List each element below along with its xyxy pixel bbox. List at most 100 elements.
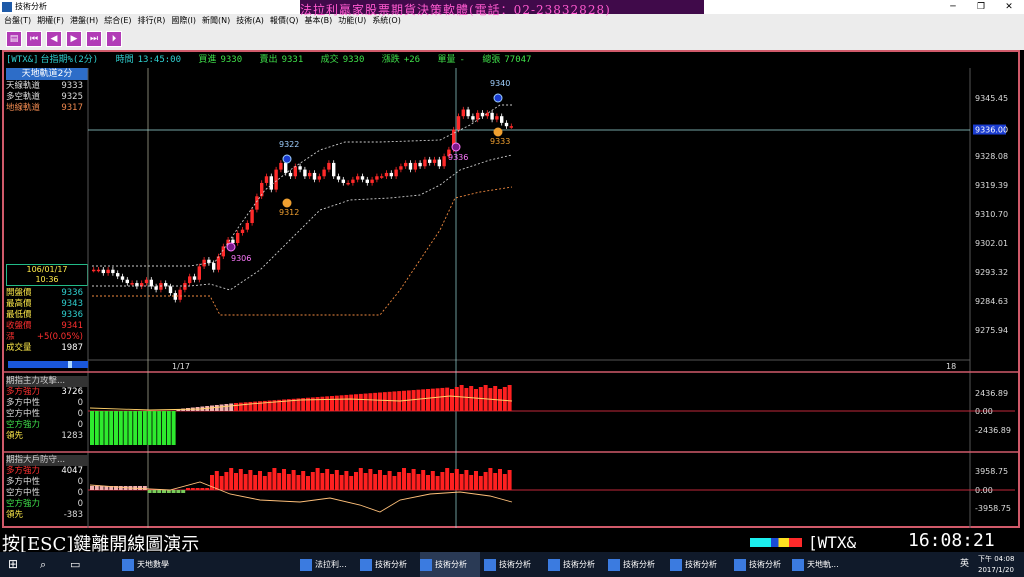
indicator-bar-green [147, 490, 152, 493]
price-axis-label: 9345.45 [975, 94, 1008, 103]
taskbar-item-label: 技術分析 [499, 560, 531, 569]
indicator-bar-green [157, 490, 162, 493]
taskbar-item-label: 法拉利... [315, 560, 347, 569]
panel2-row: 多方強力 3726 [6, 387, 88, 398]
candle-body [96, 269, 101, 272]
indicator-bar-red [406, 473, 411, 490]
candle-body [423, 159, 427, 167]
indicator-bar-red [190, 488, 195, 490]
panel3-row: 多方強力 4047 [6, 466, 88, 477]
candle-body [303, 169, 307, 177]
tray-date: 2017/1/20 [978, 566, 1014, 574]
panel2-value: 3726 [61, 387, 83, 397]
taskbar-item[interactable]: 技術分析 [608, 552, 655, 577]
candle-body [92, 269, 96, 272]
taskbar-item[interactable]: 技術分析 [734, 552, 781, 577]
candle-body [389, 172, 393, 177]
panel2-label: 領先 [6, 431, 24, 441]
taskbar-item-label: 技術分析 [623, 560, 655, 569]
indicator-bar-red [258, 471, 262, 490]
candle-body [418, 162, 422, 167]
indicator-bar-green [109, 411, 114, 445]
time-axis-label: 1/17 [172, 362, 190, 371]
indicator-bar-green [162, 490, 166, 493]
indicator-bar-red [378, 392, 382, 411]
candle-body [192, 276, 197, 280]
taskbar-item-label: 技術分析 [435, 560, 467, 569]
taskbar-item[interactable]: 天地軌... [792, 552, 839, 577]
scroll-track [8, 361, 88, 368]
indicator-bar-green [171, 411, 176, 445]
search-icon[interactable]: ⌕ [40, 552, 46, 577]
taskbar-item[interactable]: 天地數學 [122, 552, 169, 577]
indicator-bar-red [368, 393, 373, 411]
indicator-bar-red [320, 396, 325, 411]
indicator-bar-red [440, 472, 445, 490]
indicator-bar-red [325, 469, 330, 490]
indicator-bar-red [248, 401, 253, 411]
indicator-bar-green [142, 411, 147, 445]
taskbar-item[interactable]: 技術分析 [360, 552, 407, 577]
app-icon [484, 558, 496, 571]
indicator-bar-red [373, 474, 378, 490]
indicator-bar-red [214, 405, 219, 411]
indicator-bar-green [166, 490, 171, 493]
candle-body [120, 276, 125, 280]
panel3-row: 多方中性 0 [6, 477, 88, 488]
indicator-bar-green [166, 411, 171, 445]
candle-body [269, 176, 273, 190]
candle-body [212, 263, 216, 270]
indicator-bar-green [94, 411, 99, 445]
status-symbol: [WTX& [808, 533, 857, 552]
taskbar-item[interactable]: 技術分析 [548, 552, 595, 577]
indicator-bar-red [238, 402, 243, 411]
signal-label: 9336 [448, 153, 468, 162]
panel2-row: 多方中性 0 [6, 398, 88, 409]
panel3-value: 4047 [61, 466, 83, 476]
candle-body [327, 162, 331, 170]
taskbar-item[interactable]: 技術分析 [670, 552, 717, 577]
indicator-axis-label: -3958.75 [975, 504, 1011, 513]
indicator-bar-red [118, 486, 123, 490]
indicator-bar-red [459, 474, 464, 490]
candle-body [356, 176, 360, 180]
indicator-bar-green [157, 411, 162, 445]
panel2-labels: 期指主力攻擊... 多方強力 3726 多方中性 0 空方中性 0 空方強力 0 領先 1… [6, 376, 88, 442]
indicator-bar-red [354, 472, 358, 490]
candle-body [476, 112, 480, 120]
candle-body [308, 172, 312, 177]
panel2-value: 1283 [61, 431, 83, 441]
panel3-row: 空方中性 0 [6, 488, 88, 499]
taskbar-item[interactable]: 技術分析 [420, 552, 480, 577]
panel3-title: 期指大戶防守... [6, 455, 88, 466]
taskbar-item[interactable]: 法拉利... [300, 552, 347, 577]
indicator-bar-red [445, 468, 450, 490]
indicator-bar-red [253, 475, 258, 490]
indicator-bar-red [200, 488, 205, 490]
signal-marker [226, 242, 236, 252]
panel3-row: 領先 -383 [6, 510, 88, 521]
indicator-bar-red [234, 403, 238, 411]
candle-body [332, 162, 336, 177]
price-axis-label: 9275.94 [975, 326, 1008, 335]
signal-marker [282, 198, 292, 208]
panel2-label: 多方強力 [6, 387, 41, 397]
panel3-label: 空方中性 [6, 488, 41, 498]
panel3-label: 多方中性 [6, 477, 41, 487]
indicator-bar-green [90, 411, 94, 445]
candle-body [408, 162, 413, 170]
task-view-icon[interactable]: ▭ [70, 552, 80, 577]
tray-ime[interactable]: 英 [960, 552, 969, 577]
indicator-bar-red [205, 488, 210, 490]
candle-body [274, 169, 278, 190]
indicator-bar-red [445, 387, 450, 411]
indicator-bar-red [373, 392, 378, 411]
indicator-axis-label: 0.00 [975, 407, 993, 416]
sky-orbit-line [92, 104, 512, 267]
taskbar-item[interactable]: 技術分析 [484, 552, 531, 577]
indicator-bar-red [248, 470, 253, 490]
indicator-bar-red [397, 472, 402, 490]
start-icon[interactable]: ⊞ [8, 552, 18, 577]
panel2-value: 0 [77, 420, 83, 430]
candle-body [504, 122, 509, 127]
